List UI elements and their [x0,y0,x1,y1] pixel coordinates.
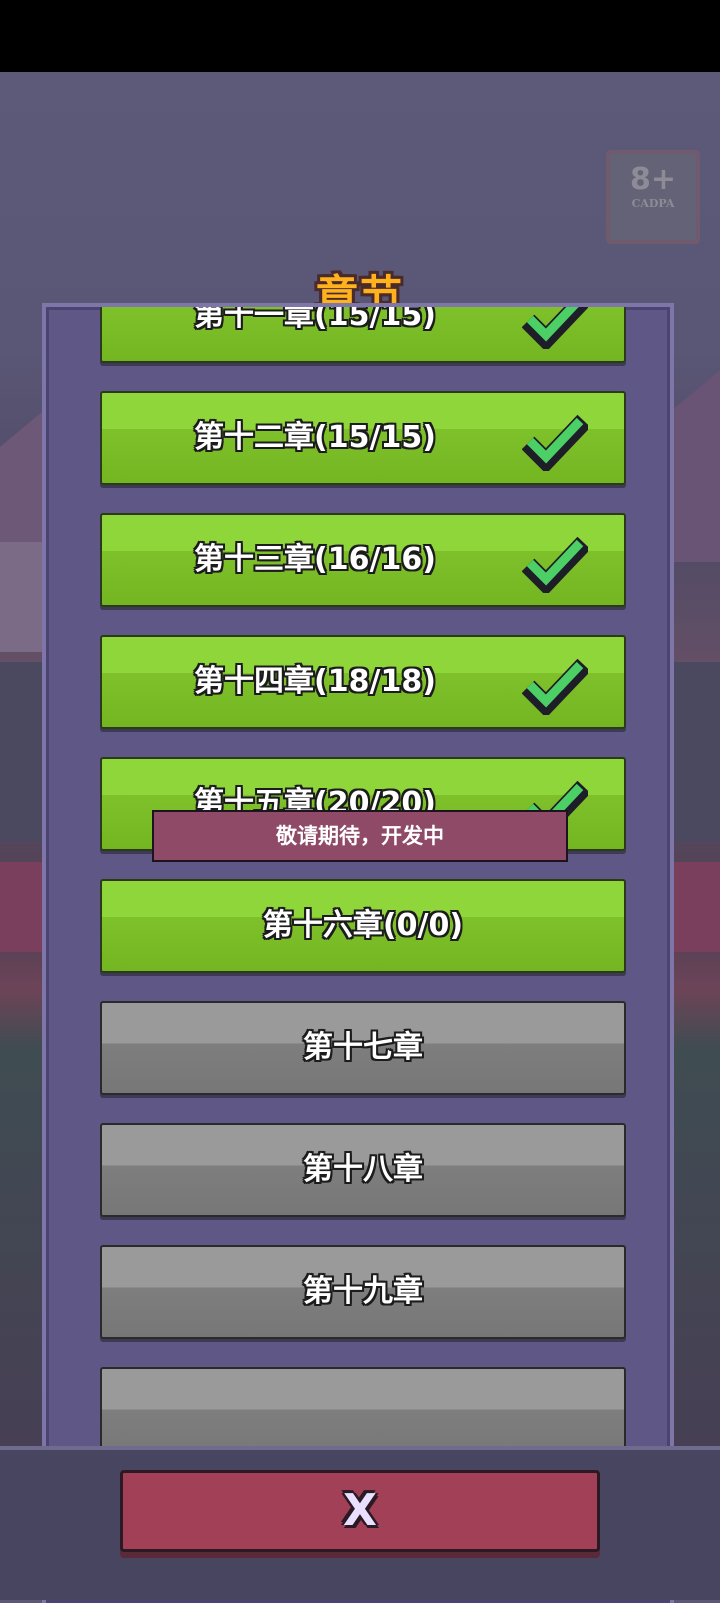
age-rating-badge: 8+ CADPA [606,150,700,244]
chapter-item[interactable]: 第十一章(15/15) [100,307,626,363]
chapter-label: 第十八章 [303,1152,423,1187]
chapter-item[interactable]: 第十九章 [100,1245,626,1339]
close-button[interactable]: X [120,1470,600,1552]
checkmark-icon [522,307,588,349]
chapter-label: 第十七章 [303,1030,423,1065]
chapter-item[interactable]: 第十二章(15/15) [100,391,626,485]
chapter-item[interactable]: 第十四章(18/18) [100,635,626,729]
checkmark-icon [522,536,588,593]
close-icon: X [343,1485,377,1536]
age-rating-value: 8+ [629,162,676,197]
background-house [0,542,47,652]
chapter-label: 第十六章(0/0) [262,908,464,943]
chapter-panel[interactable]: 第十一章(15/15) 第十二章(15/15) 第十三章(16/16) 第十四章(18… [42,303,674,1603]
age-rating-org: CADPA [631,197,675,210]
chapter-item[interactable]: 第十八章 [100,1123,626,1217]
toast-message: 敬请期待，开发中 [152,810,568,862]
chapter-label: 第十九章 [303,1274,423,1309]
chapter-item[interactable]: 第十七章 [100,1001,626,1095]
bottom-bar: X [0,1446,720,1600]
checkmark-icon [522,658,588,715]
chapter-item[interactable]: 第十三章(16/16) [100,513,626,607]
chapter-item[interactable]: 第十六章(0/0) [100,879,626,973]
status-bar [0,0,720,72]
checkmark-icon [522,414,588,471]
